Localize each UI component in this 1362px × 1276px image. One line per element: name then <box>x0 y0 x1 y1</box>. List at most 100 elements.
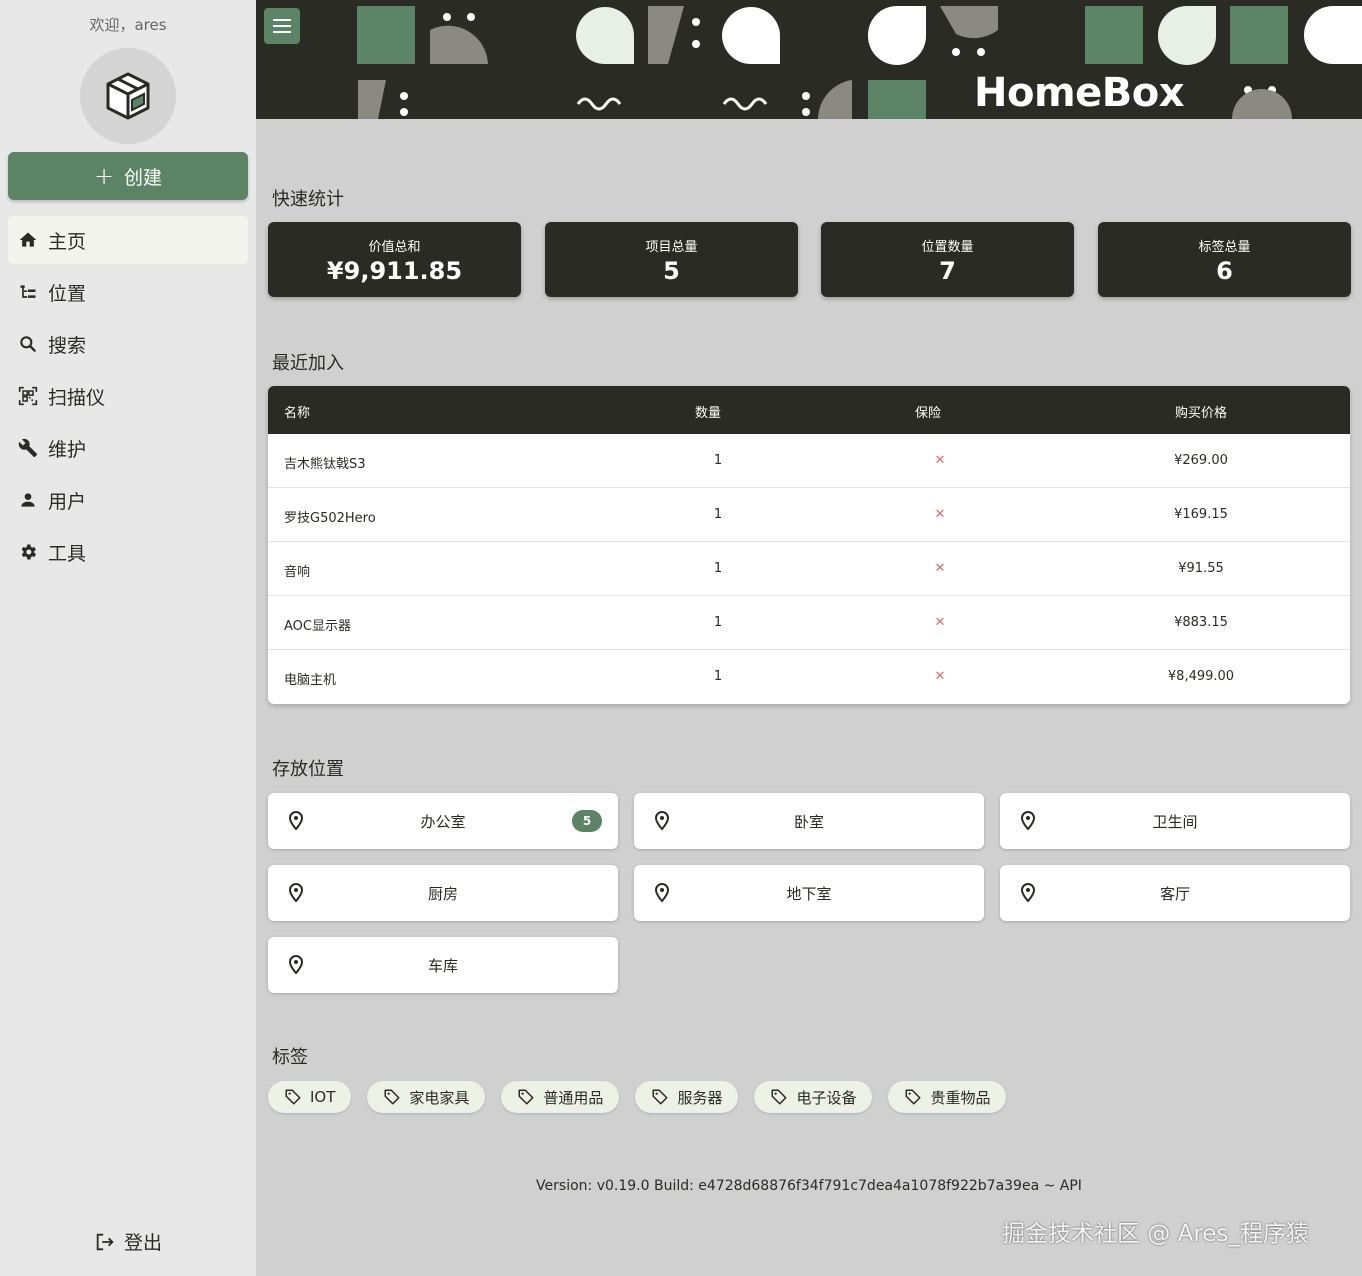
plus-icon: + <box>93 162 115 190</box>
item-name: 罗技G502Hero <box>284 511 376 526</box>
item-name: 电脑主机 <box>284 673 337 688</box>
stat-label: 项目总量 <box>645 240 698 255</box>
box-icon <box>106 72 150 120</box>
location-name: 厨房 <box>427 885 458 903</box>
location-card-bathroom[interactable]: 卫生间 <box>1000 793 1350 849</box>
label-chip[interactable]: 服务器 <box>635 1081 739 1113</box>
column-header-insured[interactable]: 保险 <box>908 402 948 421</box>
header-banner: HomeBox <box>256 0 1362 119</box>
sidebar-item-maintenance[interactable]: 维护 <box>8 424 248 472</box>
stat-card-total-value: 价值总和 ¥9,911.85 <box>268 222 521 297</box>
label-chip[interactable]: 家电家具 <box>367 1081 486 1113</box>
sidebar-item-scanner[interactable]: 扫描仪 <box>8 372 248 420</box>
location-name: 车库 <box>427 957 458 975</box>
tag-icon <box>651 1088 669 1106</box>
sidebar-item-label: 用户 <box>48 490 87 513</box>
recent-items-table: 名称 数量 保险 购买价格 吉木熊钛戟S3 1 ✕ ¥269.00 罗技G502… <box>268 386 1350 704</box>
sidebar-item-locations[interactable]: 位置 <box>8 268 248 316</box>
item-name: AOC显示器 <box>284 619 351 634</box>
location-card-garage[interactable]: 车库 <box>268 937 618 993</box>
sidebar-nav: 主页 位置 搜索 扫描仪 维护 用户 工具 <box>8 216 248 580</box>
table-row[interactable]: 罗技G502Hero 1 ✕ ¥169.15 <box>268 488 1350 542</box>
location-name: 卫生间 <box>1152 813 1198 831</box>
table-row[interactable]: 吉木熊钛戟S3 1 ✕ ¥269.00 <box>268 434 1350 488</box>
label-chip[interactable]: 普通用品 <box>501 1081 620 1113</box>
label-name: 普通用品 <box>543 1088 604 1107</box>
stat-value: ¥9,911.85 <box>326 257 463 285</box>
column-header-price[interactable]: 购买价格 <box>1148 402 1254 421</box>
brand-logo: HomeBox <box>974 70 1185 116</box>
label-name: IOT <box>310 1088 336 1106</box>
stat-card-item-count: 项目总量 5 <box>545 222 798 297</box>
column-header-quantity[interactable]: 数量 <box>688 402 728 421</box>
main-content: 快速统计 价值总和 ¥9,911.85 项目总量 5 位置数量 7 标签总量 6… <box>256 119 1362 1276</box>
location-name: 地下室 <box>786 885 832 903</box>
location-card-living-room[interactable]: 客厅 <box>1000 865 1350 921</box>
label-list: IOT 家电家具 普通用品 服务器 电子设备 贵重物品 <box>268 1081 1007 1113</box>
sidebar-item-search[interactable]: 搜索 <box>8 320 248 368</box>
sidebar-item-label: 工具 <box>48 542 87 565</box>
item-name: 音响 <box>284 565 311 580</box>
locations-title: 存放位置 <box>272 759 344 780</box>
sidebar-item-label: 扫描仪 <box>48 386 106 409</box>
avatar <box>80 48 176 144</box>
tag-icon <box>517 1088 535 1106</box>
qr-icon <box>18 386 38 406</box>
search-icon <box>18 334 38 354</box>
welcome-text: 欢迎，ares <box>89 16 167 34</box>
label-name: 服务器 <box>677 1088 723 1107</box>
sidebar: 欢迎，ares + 创建 主页 位置 搜索 扫描仪 维护 用户 工具 登出 <box>0 0 256 1276</box>
label-chip[interactable]: 贵重物品 <box>888 1081 1007 1113</box>
item-name: 吉木熊钛戟S3 <box>284 457 366 472</box>
label-chip[interactable]: IOT <box>268 1081 352 1113</box>
menu-toggle-button[interactable] <box>264 8 300 44</box>
item-count-badge: 5 <box>572 810 602 832</box>
location-card-basement[interactable]: 地下室 <box>634 865 984 921</box>
item-price: ¥169.15 <box>1174 507 1228 522</box>
tag-icon <box>904 1088 922 1106</box>
tree-icon <box>18 282 38 302</box>
tag-icon <box>284 1088 302 1106</box>
sidebar-item-label: 位置 <box>48 282 87 305</box>
sidebar-item-label: 搜索 <box>48 334 87 357</box>
table-row[interactable]: 电脑主机 1 ✕ ¥8,499.00 <box>268 650 1350 704</box>
column-header-name[interactable]: 名称 <box>284 402 310 421</box>
table-header: 名称 数量 保险 购买价格 <box>268 386 1350 434</box>
watermark: 掘金技术社区 @ Ares_程序猿 <box>1002 1221 1309 1247</box>
table-row[interactable]: AOC显示器 1 ✕ ¥883.15 <box>268 596 1350 650</box>
tag-icon <box>770 1088 788 1106</box>
stat-value: 5 <box>663 257 680 285</box>
sidebar-item-users[interactable]: 用户 <box>8 476 248 524</box>
stat-value: 6 <box>1216 257 1233 285</box>
close-icon: ✕ <box>934 453 946 468</box>
table-row[interactable]: 音响 1 ✕ ¥91.55 <box>268 542 1350 596</box>
close-icon: ✕ <box>934 507 946 522</box>
home-icon <box>18 230 38 250</box>
item-quantity: 1 <box>713 561 723 576</box>
stat-card-location-count: 位置数量 7 <box>821 222 1074 297</box>
item-price: ¥8,499.00 <box>1167 669 1235 684</box>
stats-title: 快速统计 <box>272 189 344 210</box>
close-icon: ✕ <box>934 669 946 684</box>
location-card-office[interactable]: 办公室 5 <box>268 793 618 849</box>
location-card-kitchen[interactable]: 厨房 <box>268 865 618 921</box>
item-price: ¥269.00 <box>1174 453 1228 468</box>
hamburger-icon <box>273 19 291 33</box>
sidebar-item-home[interactable]: 主页 <box>8 216 248 264</box>
location-name: 办公室 <box>420 813 466 831</box>
stat-label: 价值总和 <box>368 240 421 255</box>
location-card-bedroom[interactable]: 卧室 <box>634 793 984 849</box>
create-button[interactable]: + 创建 <box>8 152 248 200</box>
label-name: 贵重物品 <box>930 1088 991 1107</box>
label-chip[interactable]: 电子设备 <box>754 1081 873 1113</box>
logout-button[interactable]: 登出 <box>0 1228 256 1255</box>
stat-value: 7 <box>939 257 956 285</box>
close-icon: ✕ <box>934 561 946 576</box>
stat-label: 标签总量 <box>1198 240 1251 255</box>
gear-icon <box>18 542 38 562</box>
recent-title: 最近加入 <box>272 353 344 374</box>
version-footer: Version: v0.19.0 Build: e4728d68876f34f7… <box>536 1178 1082 1194</box>
label-name: 电子设备 <box>796 1088 857 1107</box>
sidebar-item-tools[interactable]: 工具 <box>8 528 248 576</box>
item-quantity: 1 <box>713 453 723 468</box>
